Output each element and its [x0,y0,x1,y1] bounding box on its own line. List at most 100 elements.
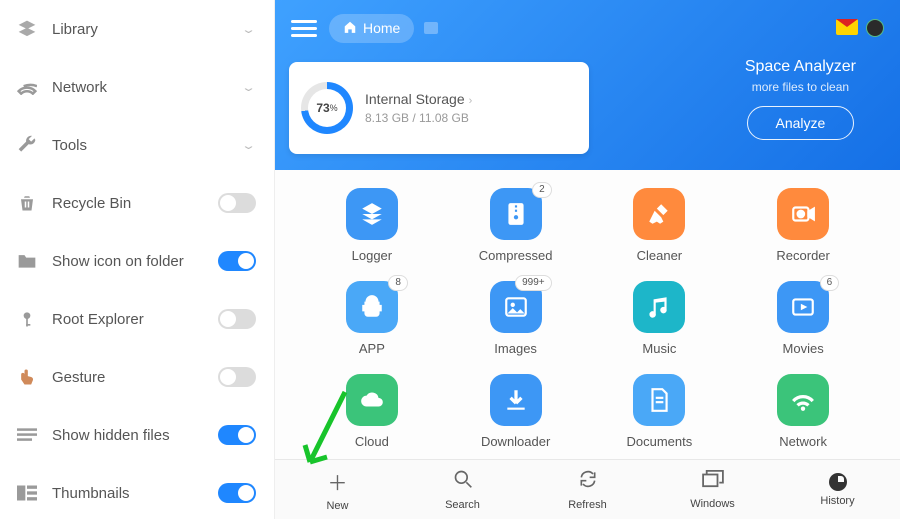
action-history[interactable]: History [775,460,900,519]
label: Network [52,79,241,96]
plus-icon: ＋ [328,467,348,496]
internal-storage-card[interactable]: 73% Internal Storage› 8.13 GB / 11.08 GB [289,62,589,154]
download-icon [490,374,542,426]
net-icon [777,374,829,426]
tray [836,19,884,37]
chevron-down-icon: ⌄ [241,139,256,152]
badge: 6 [820,275,840,291]
zip-icon: 2 [490,188,542,240]
tile-recorder[interactable]: Recorder [736,188,870,263]
sidebar-item-show-hidden-files[interactable]: Show hidden files [0,406,274,464]
tile-compressed[interactable]: 2Compressed [449,188,583,263]
folder-icon [16,250,38,272]
action-windows[interactable]: Windows [650,460,775,519]
mail-icon[interactable] [836,19,858,35]
sidebar-item-network[interactable]: Network ⌄ [0,58,274,116]
search-icon [453,469,473,495]
wrench-icon [16,134,38,156]
toggle-show-hidden-files[interactable] [218,425,256,445]
sidebar-item-thumbnails[interactable]: Thumbnails [0,464,274,519]
tile-images[interactable]: 999+ Images [449,281,583,356]
status-icon[interactable] [866,19,884,37]
space-analyzer: Space Analyzer more files to clean Analy… [745,58,856,140]
sidebar-item-tools[interactable]: Tools ⌄ [0,116,274,174]
topbar: Home [291,8,884,48]
tile-label: Recorder [776,248,829,263]
history-icon [829,473,847,491]
key-icon [16,308,38,330]
sidebar-item-recycle-bin[interactable]: Recycle Bin [0,174,274,232]
android-icon: 8 [346,281,398,333]
analyzer-subtitle: more files to clean [745,80,856,94]
label: Gesture [52,369,218,386]
header: Home 73% Internal Storage› 8.13 GB / 11.… [275,0,900,170]
tile-cleaner[interactable]: Cleaner [593,188,727,263]
doc-icon [633,374,685,426]
tile-label: Movies [783,341,824,356]
tile-label: Cleaner [637,248,683,263]
stack-icon [16,18,38,40]
tile-label: Cloud [355,434,389,449]
rec-icon [777,188,829,240]
label: History [820,495,854,507]
sidebar-item-root-explorer[interactable]: Root Explorer [0,290,274,348]
toggle-thumbnails[interactable] [218,483,256,503]
broom-icon [633,188,685,240]
tile-label: Music [642,341,676,356]
analyze-button[interactable]: Analyze [747,106,855,140]
label: Show icon on folder [52,253,218,270]
toggle-gesture[interactable] [218,367,256,387]
action-refresh[interactable]: Refresh [525,460,650,519]
chevron-right-icon: › [469,95,473,107]
sidebar-item-library[interactable]: Library ⌄ [0,0,274,58]
tile-movies[interactable]: 6 Movies [736,281,870,356]
toggle-recycle-bin[interactable] [218,193,256,213]
tile-app[interactable]: 8APP [305,281,439,356]
tile-label: Documents [627,434,693,449]
tile-music[interactable]: Music [593,281,727,356]
refresh-icon [578,469,598,495]
tile-label: Network [779,434,827,449]
windows-icon [702,470,724,494]
network-icon [16,76,38,98]
label: Root Explorer [52,311,218,328]
toggle-root-explorer[interactable] [218,309,256,329]
sidebar-item-gesture[interactable]: Gesture [0,348,274,406]
label: New [326,500,348,512]
badge: 999+ [515,275,552,291]
action-new[interactable]: ＋ New [275,460,400,519]
main: Home 73% Internal Storage› 8.13 GB / 11.… [275,0,900,519]
label: Tools [52,137,241,154]
tile-label: Logger [352,248,392,263]
sidebar-item-show-icon-on-folder[interactable]: Show icon on folder [0,232,274,290]
tile-logger[interactable]: Logger [305,188,439,263]
sidebar: Library ⌄ Network ⌄ Tools ⌄ Recycle Bin [0,0,275,519]
tile-documents[interactable]: Documents [593,374,727,449]
image-icon: 999+ [490,281,542,333]
action-search[interactable]: Search [400,460,525,519]
home-icon [343,20,357,37]
storage-text: Internal Storage› 8.13 GB / 11.08 GB [365,91,472,125]
tile-downloader[interactable]: Downloader [449,374,583,449]
tile-cloud[interactable]: Cloud [305,374,439,449]
add-tab-button[interactable] [424,22,438,34]
hamburger-icon[interactable] [291,20,317,37]
label: Home [363,20,400,36]
storage-ring: 73% [301,82,353,134]
list-icon [16,424,38,446]
toggle-show-icon-on-folder[interactable] [218,251,256,271]
storage-title: Internal Storage [365,91,465,107]
tile-label: Downloader [481,434,550,449]
label: Library [52,21,241,38]
tile-network[interactable]: Network [736,374,870,449]
trash-icon [16,192,38,214]
label: Recycle Bin [52,195,218,212]
movie-icon: 6 [777,281,829,333]
tile-label: Images [494,341,537,356]
label: Windows [690,498,735,510]
label: Show hidden files [52,427,218,444]
label: Thumbnails [52,485,218,502]
chevron-down-icon: ⌄ [241,81,256,94]
badge: 8 [388,275,408,291]
tab-home[interactable]: Home [329,14,414,43]
